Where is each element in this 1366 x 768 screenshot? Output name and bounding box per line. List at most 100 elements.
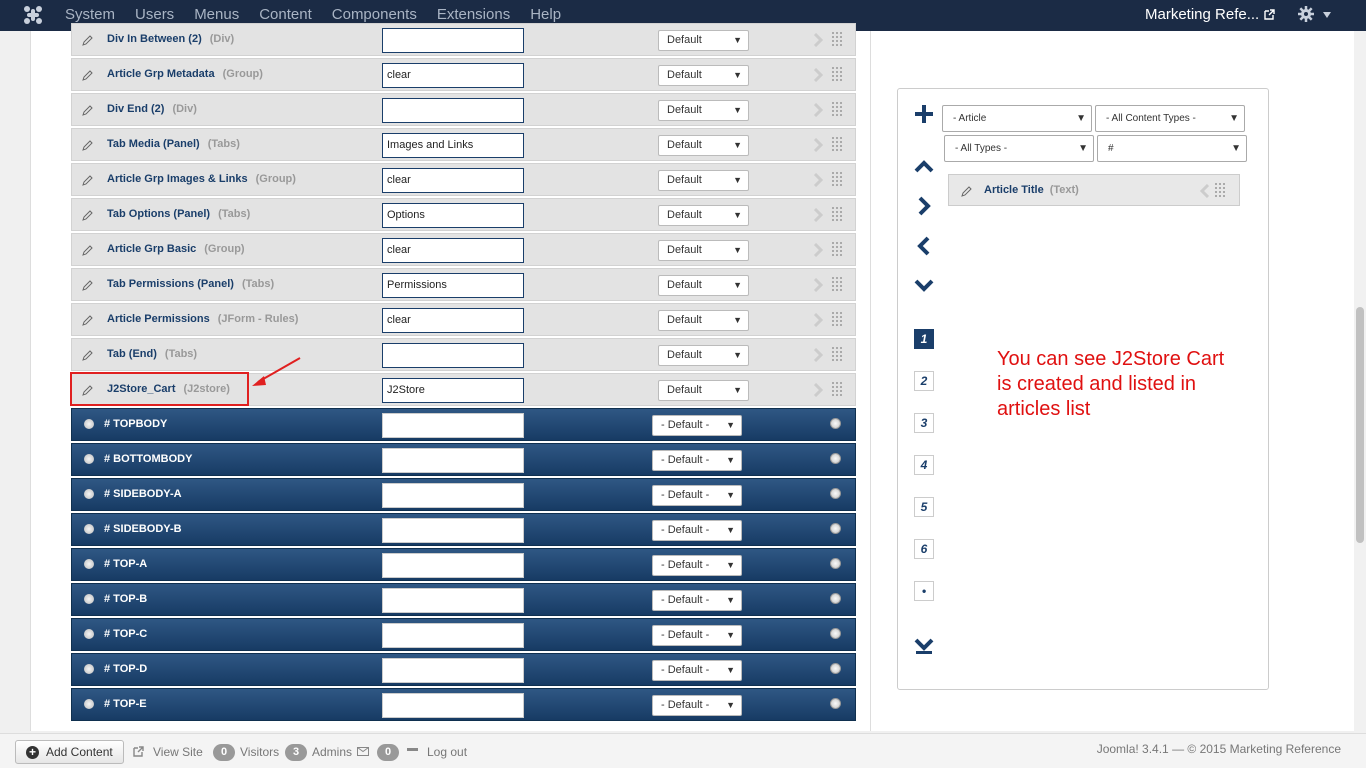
plus-icon[interactable]: [914, 104, 934, 124]
pencil-icon[interactable]: [82, 349, 94, 361]
layout-row[interactable]: Tab Permissions (Panel) (Tabs) Permissions…: [71, 268, 856, 301]
layout-row[interactable]: Div End (2) (Div) Default ▼: [71, 93, 856, 126]
toggle-dot-icon[interactable]: [830, 663, 841, 674]
grip-icon[interactable]: [1215, 183, 1225, 199]
position-class-input[interactable]: [382, 483, 524, 508]
position-row[interactable]: # TOP-E - Default - ▼: [71, 688, 856, 721]
grip-icon[interactable]: [832, 347, 842, 363]
grip-icon[interactable]: [832, 277, 842, 293]
arrow-right-icon[interactable]: [914, 196, 934, 216]
field-chip-article-title[interactable]: Article Title (Text): [948, 174, 1240, 206]
position-row[interactable]: # TOPBODY - Default - ▼: [71, 408, 856, 441]
position-style-select[interactable]: - Default - ▼: [652, 520, 742, 541]
position-row[interactable]: # TOP-D - Default - ▼: [71, 653, 856, 686]
chevron-right-icon[interactable]: [814, 173, 824, 187]
radio-dot-icon[interactable]: [84, 594, 94, 604]
toggle-dot-icon[interactable]: [830, 523, 841, 534]
chevron-right-icon[interactable]: [814, 313, 824, 327]
pencil-icon[interactable]: [82, 279, 94, 291]
row-class-input[interactable]: Permissions: [382, 273, 524, 298]
toggle-dot-icon[interactable]: [830, 488, 841, 499]
page-1-button[interactable]: 1: [914, 329, 934, 349]
arrow-down-icon[interactable]: [914, 275, 934, 295]
layout-row[interactable]: Tab Options (Panel) (Tabs) Options Default ▼: [71, 198, 856, 231]
row-class-input[interactable]: clear: [382, 308, 524, 333]
position-style-select[interactable]: - Default - ▼: [652, 485, 742, 506]
position-style-select[interactable]: - Default - ▼: [652, 590, 742, 611]
position-class-input[interactable]: [382, 693, 524, 718]
grip-icon[interactable]: [832, 102, 842, 118]
layout-row[interactable]: Article Grp Basic (Group) clear Default ▼: [71, 233, 856, 266]
arrow-left-icon[interactable]: [914, 236, 934, 256]
row-class-input[interactable]: Images and Links: [382, 133, 524, 158]
position-row[interactable]: # TOP-A - Default - ▼: [71, 548, 856, 581]
joomla-logo-icon[interactable]: [22, 5, 44, 25]
radio-dot-icon[interactable]: [84, 489, 94, 499]
page-scrollbar[interactable]: [1354, 31, 1366, 733]
position-class-input[interactable]: [382, 623, 524, 648]
view-site-link[interactable]: View Site: [153, 745, 203, 759]
grip-icon[interactable]: [832, 137, 842, 153]
grip-icon[interactable]: [832, 382, 842, 398]
toggle-dot-icon[interactable]: [830, 628, 841, 639]
toggle-dot-icon[interactable]: [830, 593, 841, 604]
logout-link[interactable]: Log out: [427, 745, 467, 759]
layout-row[interactable]: Tab (End) (Tabs) Default ▼: [71, 338, 856, 371]
arrow-up-icon[interactable]: [914, 157, 934, 177]
chevron-down-icon[interactable]: [1323, 12, 1331, 18]
pencil-icon[interactable]: [82, 209, 94, 221]
chevron-right-icon[interactable]: [814, 348, 824, 362]
radio-dot-icon[interactable]: [84, 699, 94, 709]
layout-row[interactable]: Article Grp Images & Links (Group) clear De…: [71, 163, 856, 196]
position-row[interactable]: # TOP-B - Default - ▼: [71, 583, 856, 616]
filter-article-select[interactable]: - Article ▼: [942, 105, 1092, 132]
grip-icon[interactable]: [832, 32, 842, 48]
chevron-right-icon[interactable]: [814, 243, 824, 257]
row-style-select[interactable]: Default ▼: [658, 275, 749, 296]
row-style-select[interactable]: Default ▼: [658, 310, 749, 331]
row-style-select[interactable]: Default ▼: [658, 100, 749, 121]
chevron-right-icon[interactable]: [814, 68, 824, 82]
chevron-right-icon[interactable]: [814, 138, 824, 152]
messages-count-badge[interactable]: 0: [377, 744, 399, 761]
position-style-select[interactable]: - Default - ▼: [652, 695, 742, 716]
chevron-right-icon[interactable]: [814, 383, 824, 397]
page-6-button[interactable]: 6: [914, 539, 934, 559]
row-class-input[interactable]: clear: [382, 168, 524, 193]
pencil-icon[interactable]: [82, 314, 94, 326]
row-class-input[interactable]: [382, 28, 524, 53]
chevron-right-icon[interactable]: [814, 208, 824, 222]
position-row[interactable]: # SIDEBODY-B - Default - ▼: [71, 513, 856, 546]
chevron-right-icon[interactable]: [814, 103, 824, 117]
site-name-link[interactable]: Marketing Refe...: [1145, 0, 1259, 30]
page-dot-button[interactable]: •: [914, 581, 934, 601]
row-class-input[interactable]: [382, 98, 524, 123]
row-style-select[interactable]: Default ▼: [658, 345, 749, 366]
chevron-right-icon[interactable]: [814, 33, 824, 47]
page-4-button[interactable]: 4: [914, 455, 934, 475]
pencil-icon[interactable]: [82, 244, 94, 256]
pencil-icon[interactable]: [961, 185, 973, 197]
radio-dot-icon[interactable]: [84, 559, 94, 569]
row-class-input[interactable]: J2Store: [382, 378, 524, 403]
layout-row[interactable]: Tab Media (Panel) (Tabs) Images and Links D…: [71, 128, 856, 161]
page-5-button[interactable]: 5: [914, 497, 934, 517]
position-style-select[interactable]: - Default - ▼: [652, 555, 742, 576]
layout-row[interactable]: Div In Between (2) (Div) Default ▼: [71, 23, 856, 56]
grip-icon[interactable]: [832, 172, 842, 188]
pencil-icon[interactable]: [82, 139, 94, 151]
position-style-select[interactable]: - Default - ▼: [652, 415, 742, 436]
pencil-icon[interactable]: [82, 34, 94, 46]
toggle-dot-icon[interactable]: [830, 558, 841, 569]
radio-dot-icon[interactable]: [84, 524, 94, 534]
position-row[interactable]: # BOTTOMBODY - Default - ▼: [71, 443, 856, 476]
filter-all-types-select[interactable]: - All Types - ▼: [944, 135, 1094, 162]
position-class-input[interactable]: [382, 658, 524, 683]
row-style-select[interactable]: Default ▼: [658, 135, 749, 156]
position-class-input[interactable]: [382, 413, 524, 438]
layout-row[interactable]: Article Grp Metadata (Group) clear Default ▼: [71, 58, 856, 91]
chevron-right-icon[interactable]: [814, 278, 824, 292]
toggle-dot-icon[interactable]: [830, 698, 841, 709]
chevron-left-icon[interactable]: [1199, 184, 1209, 198]
row-class-input[interactable]: clear: [382, 63, 524, 88]
